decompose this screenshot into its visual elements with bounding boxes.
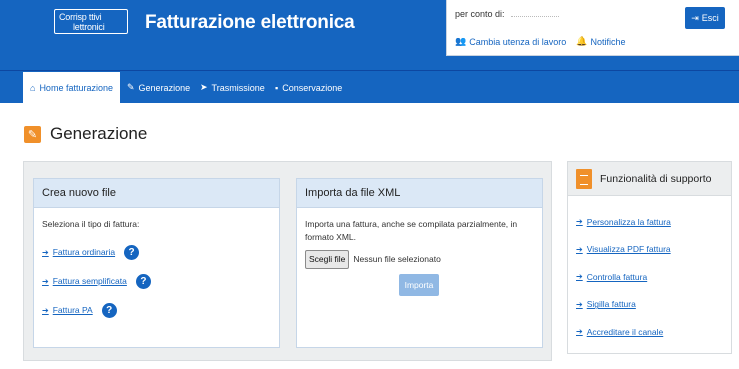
choose-file-button[interactable]: Scegli file (305, 250, 350, 269)
link-label[interactable]: Controlla fattura (587, 272, 647, 282)
tab-home-fatturazione[interactable]: ⌂ Home fatturazione (23, 71, 120, 104)
link-sigilla-fattura[interactable]: ➔ Sigilla fattura (576, 291, 723, 319)
tab-label: Generazione (138, 82, 191, 93)
archive-icon: ▪ (275, 82, 279, 93)
arrow-right-icon: ➔ (42, 248, 49, 257)
arrow-right-icon: ➔ (576, 217, 583, 227)
change-user-label: Cambia utenza di lavoro (469, 36, 567, 47)
choice-fattura-pa[interactable]: ➔ Fattura PA ? (42, 303, 271, 318)
page-title: ✎ Generazione (24, 124, 147, 144)
pencil-icon: ✎ (24, 125, 41, 143)
choice-label[interactable]: Fattura PA (53, 304, 93, 317)
choice-fattura-semplificata[interactable]: ➔ Fattura semplificata ? (42, 274, 271, 289)
import-description: Importa una fattura, anche se compilata … (305, 219, 518, 242)
choice-label[interactable]: Fattura ordinaria (53, 246, 115, 259)
exit-button[interactable]: ⇥ Esci (685, 7, 725, 29)
arrow-right-icon: ➔ (42, 306, 49, 315)
notifications-label: Notifiche (590, 36, 626, 47)
exit-icon: ⇥ (691, 12, 699, 23)
support-header: Funzionalità di supporto (568, 162, 731, 196)
support-links: ➔ Personalizza la fattura ➔ Visualizza PDF… (568, 196, 731, 346)
link-label[interactable]: Sigilla fattura (587, 299, 636, 309)
link-visualizza-pdf[interactable]: ➔ Visualizza PDF fattura (576, 236, 723, 264)
per-conto-label: per conto di: (455, 9, 505, 19)
create-instruction: Seleziona il tipo di fattura: (42, 219, 140, 229)
corrispettivi-logo[interactable]: Corrisp ttivi lettronici (54, 9, 128, 34)
import-xml-card: Importa da file XML Importa una fattura,… (296, 178, 543, 348)
import-button[interactable]: Importa (399, 274, 439, 296)
tab-label: Conservazione (282, 82, 343, 93)
tab-label: Trasmissione (211, 82, 265, 93)
send-icon: ➤ (200, 82, 208, 92)
tab-conservazione[interactable]: ▪ Conservazione (268, 71, 349, 104)
create-card-title: Crea nuovo file (34, 179, 279, 208)
exit-label: Esci (701, 13, 719, 23)
help-icon[interactable]: ? (101, 303, 117, 318)
document-icon (576, 168, 592, 189)
link-controlla-fattura[interactable]: ➔ Controlla fattura (576, 263, 723, 291)
link-accreditare-canale[interactable]: ➔ Accreditare il canale (576, 318, 723, 346)
arrow-right-icon: ➔ (576, 244, 583, 254)
app-title: Fatturazione elettronica (145, 12, 355, 33)
link-personalizza-fattura[interactable]: ➔ Personalizza la fattura (576, 208, 723, 236)
support-panel: Funzionalità di supporto ➔ Personalizza l… (567, 161, 732, 354)
change-user-link[interactable]: 👥 Cambia utenza di lavoro (455, 36, 566, 47)
arrow-right-icon: ➔ (576, 327, 583, 337)
arrow-right-icon: ➔ (42, 277, 49, 286)
help-icon[interactable]: ? (135, 274, 151, 289)
import-card-title: Importa da file XML (297, 179, 542, 208)
pencil-icon: ✎ (127, 82, 135, 92)
redacted-account (510, 11, 559, 17)
logo-line-2: lettronici (73, 22, 105, 32)
help-icon[interactable]: ? (124, 245, 140, 260)
logo-line-1: Corrisp ttivi (59, 12, 102, 22)
tab-label: Home fatturazione (39, 83, 113, 93)
file-picker: Scegli file Nessun file selezionato (305, 250, 534, 269)
user-links: 👥 Cambia utenza di lavoro 🔔 Notifiche (455, 36, 626, 47)
bell-icon: 🔔 (576, 36, 588, 46)
user-panel: per conto di: ⇥ Esci 👥 Cambia utenza di l… (446, 0, 739, 56)
per-conto: per conto di: (455, 9, 559, 19)
home-icon: ⌂ (30, 83, 36, 93)
tab-trasmissione[interactable]: ➤ Trasmissione (193, 71, 272, 104)
generation-panel: Crea nuovo file Seleziona il tipo di fat… (23, 161, 552, 361)
users-icon: 👥 (455, 36, 467, 46)
choice-label[interactable]: Fattura semplificata (53, 275, 127, 288)
link-label[interactable]: Accreditare il canale (587, 327, 664, 337)
notifications-link[interactable]: 🔔 Notifiche (576, 36, 625, 47)
link-label[interactable]: Personalizza la fattura (587, 217, 671, 227)
file-status: Nessun file selezionato (353, 254, 441, 264)
main-nav: ⌂ Home fatturazione ✎ Generazione ➤ Tras… (0, 70, 739, 104)
support-title: Funzionalità di supporto (600, 172, 712, 185)
top-header: Corrisp ttivi lettronici Fatturazione el… (0, 0, 739, 70)
link-label[interactable]: Visualizza PDF fattura (587, 244, 671, 254)
create-file-card: Crea nuovo file Seleziona il tipo di fat… (33, 178, 280, 348)
choice-fattura-ordinaria[interactable]: ➔ Fattura ordinaria ? (42, 245, 271, 260)
page-title-text: Generazione (50, 124, 148, 143)
arrow-right-icon: ➔ (576, 272, 583, 282)
tab-generazione[interactable]: ✎ Generazione (120, 71, 197, 104)
arrow-right-icon: ➔ (576, 299, 583, 309)
